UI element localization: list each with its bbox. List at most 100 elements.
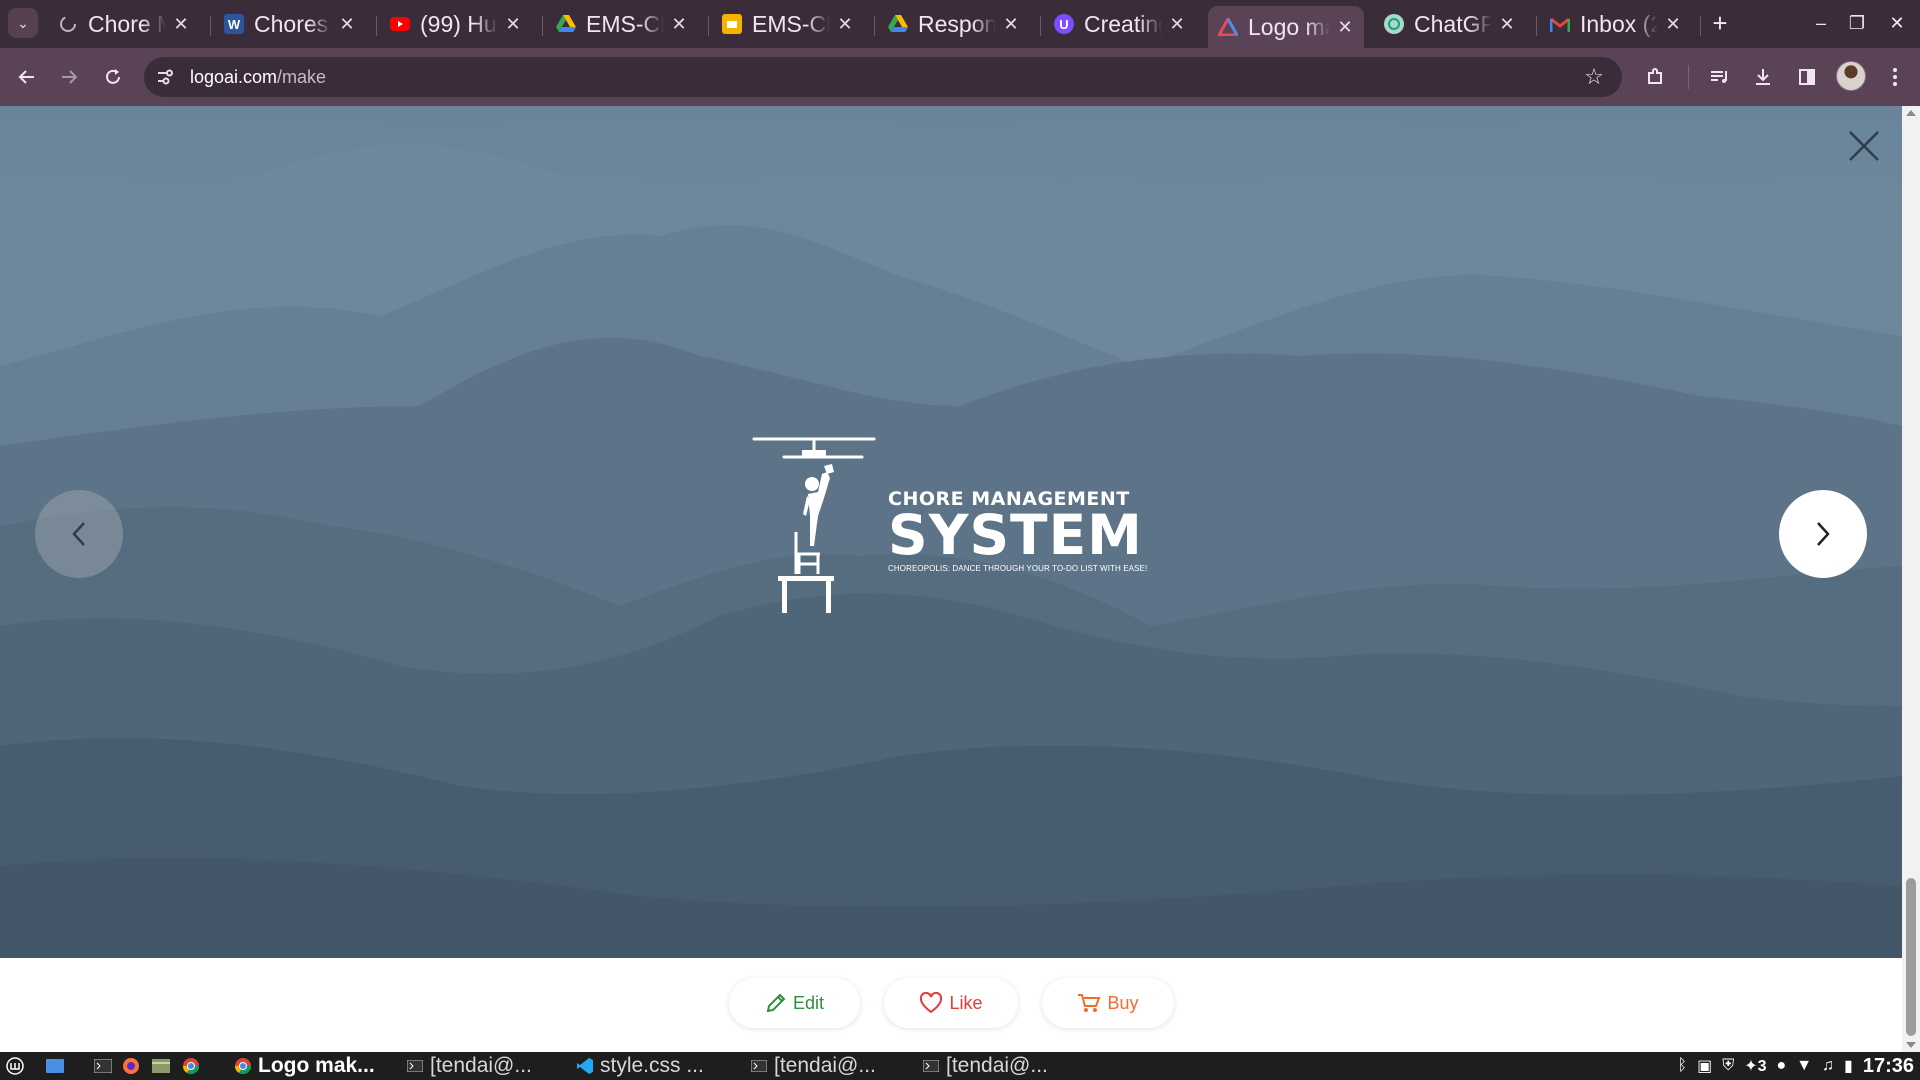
logo-title-line2: SYSTEM bbox=[888, 503, 1143, 567]
tab-title: Inbox (2) bbox=[1580, 10, 1658, 37]
taskbar-window-vscode[interactable]: style.css ... bbox=[576, 1052, 704, 1080]
extensions-button[interactable] bbox=[1638, 60, 1672, 94]
tab-gmail[interactable]: Inbox (2) ✕ bbox=[1540, 6, 1692, 42]
kebab-menu-icon bbox=[1893, 68, 1897, 86]
tab-title: (99) Hunter bbox=[420, 10, 498, 37]
close-tab-icon[interactable]: ✕ bbox=[1002, 14, 1020, 35]
scroll-down-arrow-icon[interactable] bbox=[1906, 1042, 1916, 1048]
notifications-icon[interactable]: ✦3 bbox=[1744, 1056, 1766, 1076]
bookmark-star-icon[interactable]: ☆ bbox=[1578, 61, 1610, 93]
gmail-icon bbox=[1550, 14, 1570, 34]
scroll-up-arrow-icon[interactable] bbox=[1906, 110, 1916, 116]
close-window-button[interactable]: ✕ bbox=[1880, 8, 1914, 38]
shield-icon[interactable]: ⛨ bbox=[1722, 1057, 1734, 1075]
taskbar-window-terminal[interactable]: [tendai@... bbox=[406, 1052, 532, 1080]
chrome-icon bbox=[234, 1057, 252, 1075]
taskbar-item-label: [tendai@... bbox=[774, 1054, 876, 1077]
minimize-button[interactable]: – bbox=[1804, 8, 1838, 38]
taskbar-window-chrome[interactable]: Logo mak... bbox=[234, 1052, 375, 1080]
tab-title: Creating bbox=[1084, 10, 1162, 37]
scroll-thumb[interactable] bbox=[1906, 878, 1916, 1036]
google-drive-icon bbox=[888, 14, 908, 34]
terminal-icon bbox=[94, 1057, 112, 1075]
like-label: Like bbox=[949, 992, 983, 1013]
close-icon bbox=[1849, 131, 1879, 161]
close-tab-icon[interactable]: ✕ bbox=[1168, 14, 1186, 35]
edit-button[interactable]: Edit bbox=[729, 978, 860, 1028]
taskbar-window-terminal[interactable]: [tendai@... bbox=[750, 1052, 876, 1080]
forward-button[interactable] bbox=[52, 60, 86, 94]
close-tab-icon[interactable]: ✕ bbox=[1498, 14, 1516, 35]
loading-spinner-icon bbox=[58, 14, 78, 34]
tab-logo-maker[interactable]: Logo maker ✕ bbox=[1208, 6, 1364, 48]
tab-title: Logo maker bbox=[1248, 13, 1330, 40]
close-tab-icon[interactable]: ✕ bbox=[338, 14, 356, 35]
tab-search-button[interactable]: ⌄ bbox=[8, 8, 38, 38]
clock[interactable]: 17:36 bbox=[1863, 1055, 1914, 1078]
tab-title: ChatGPT bbox=[1414, 10, 1492, 37]
close-tab-icon[interactable]: ✕ bbox=[1336, 17, 1354, 38]
tab-youtube[interactable]: (99) Hunter ✕ bbox=[380, 6, 532, 42]
logo-wordmark: CHORE MANAGEMENT SYSTEM CHOREOPOLIS: DAN… bbox=[888, 488, 1147, 573]
url-text[interactable]: logoai.com/make bbox=[190, 67, 326, 88]
edit-label: Edit bbox=[792, 992, 825, 1013]
tab-responses[interactable]: Responses ✕ bbox=[878, 6, 1030, 42]
tab-title: EMS-Class bbox=[586, 10, 664, 37]
buy-label: Buy bbox=[1107, 992, 1139, 1013]
buy-button[interactable]: Buy bbox=[1042, 978, 1174, 1028]
volume-icon[interactable]: ♫ bbox=[1822, 1057, 1834, 1075]
logoai-icon bbox=[1218, 17, 1238, 37]
downloads-button[interactable] bbox=[1746, 60, 1780, 94]
side-panel-icon bbox=[1799, 69, 1815, 85]
tab-title: EMS-Class bbox=[752, 10, 830, 37]
close-preview-button[interactable] bbox=[1846, 128, 1882, 164]
tab-creating[interactable]: U Creating ✕ bbox=[1044, 6, 1196, 42]
purple-app-icon: U bbox=[1054, 14, 1074, 34]
close-tab-icon[interactable]: ✕ bbox=[1664, 14, 1682, 35]
side-panel-button[interactable] bbox=[1790, 60, 1824, 94]
address-bar[interactable]: logoai.com/make ☆ bbox=[144, 57, 1622, 97]
chevron-left-icon bbox=[72, 522, 85, 546]
logo-preview-modal: CHORE MANAGEMENT SYSTEM CHOREOPOLIS: DAN… bbox=[0, 106, 1902, 958]
close-tab-icon[interactable]: ✕ bbox=[504, 14, 522, 35]
puzzle-icon bbox=[1648, 68, 1662, 84]
show-desktop-button[interactable] bbox=[46, 1052, 70, 1080]
tab-chores[interactable]: W Chores ✕ bbox=[214, 6, 366, 42]
profile-avatar[interactable] bbox=[1836, 61, 1866, 91]
taskbar-item-label: style.css ... bbox=[600, 1054, 704, 1077]
app-menu-button[interactable] bbox=[6, 1052, 30, 1080]
new-tab-button[interactable]: + bbox=[1706, 8, 1734, 38]
vscode-icon bbox=[576, 1057, 594, 1075]
site-settings-icon[interactable] bbox=[148, 60, 182, 94]
page-scrollbar[interactable] bbox=[1902, 106, 1920, 1052]
previous-logo-button[interactable] bbox=[35, 490, 123, 578]
url-path: /make bbox=[277, 66, 327, 87]
clipboard-icon[interactable]: ▣ bbox=[1697, 1056, 1712, 1076]
chrome-launcher[interactable] bbox=[182, 1052, 206, 1080]
firefox-launcher[interactable] bbox=[122, 1052, 146, 1080]
next-logo-button[interactable] bbox=[1779, 490, 1867, 578]
files-launcher[interactable] bbox=[152, 1052, 176, 1080]
tab-chatgpt[interactable]: ChatGPT ✕ bbox=[1374, 6, 1526, 42]
bluetooth-icon[interactable]: ᛒ bbox=[1677, 1057, 1687, 1075]
notification-count: 3 bbox=[1757, 1058, 1767, 1075]
folder-icon bbox=[152, 1057, 170, 1075]
taskbar-window-terminal[interactable]: [tendai@... bbox=[922, 1052, 1048, 1080]
user-icon[interactable]: ● bbox=[1777, 1057, 1787, 1075]
battery-icon[interactable]: ▮ bbox=[1844, 1056, 1853, 1076]
restore-button[interactable]: ❐ bbox=[1840, 8, 1874, 38]
close-tab-icon[interactable]: ✕ bbox=[172, 14, 190, 35]
close-tab-icon[interactable]: ✕ bbox=[836, 14, 854, 35]
chevron-right-icon bbox=[1817, 522, 1830, 546]
menu-button[interactable] bbox=[1878, 60, 1912, 94]
tab-chore-management[interactable]: Chore Management System ✕ bbox=[48, 6, 200, 42]
like-button[interactable]: Like bbox=[884, 978, 1018, 1028]
reload-button[interactable] bbox=[96, 60, 130, 94]
back-button[interactable] bbox=[10, 60, 44, 94]
tab-ems-class-drive[interactable]: EMS-Class ✕ bbox=[546, 6, 698, 42]
wifi-icon[interactable]: ▼ bbox=[1796, 1057, 1812, 1075]
close-tab-icon[interactable]: ✕ bbox=[670, 14, 688, 35]
terminal-launcher[interactable] bbox=[94, 1052, 118, 1080]
media-control-button[interactable] bbox=[1702, 60, 1736, 94]
tab-ems-class-slides[interactable]: EMS-Class ✕ bbox=[712, 6, 864, 42]
